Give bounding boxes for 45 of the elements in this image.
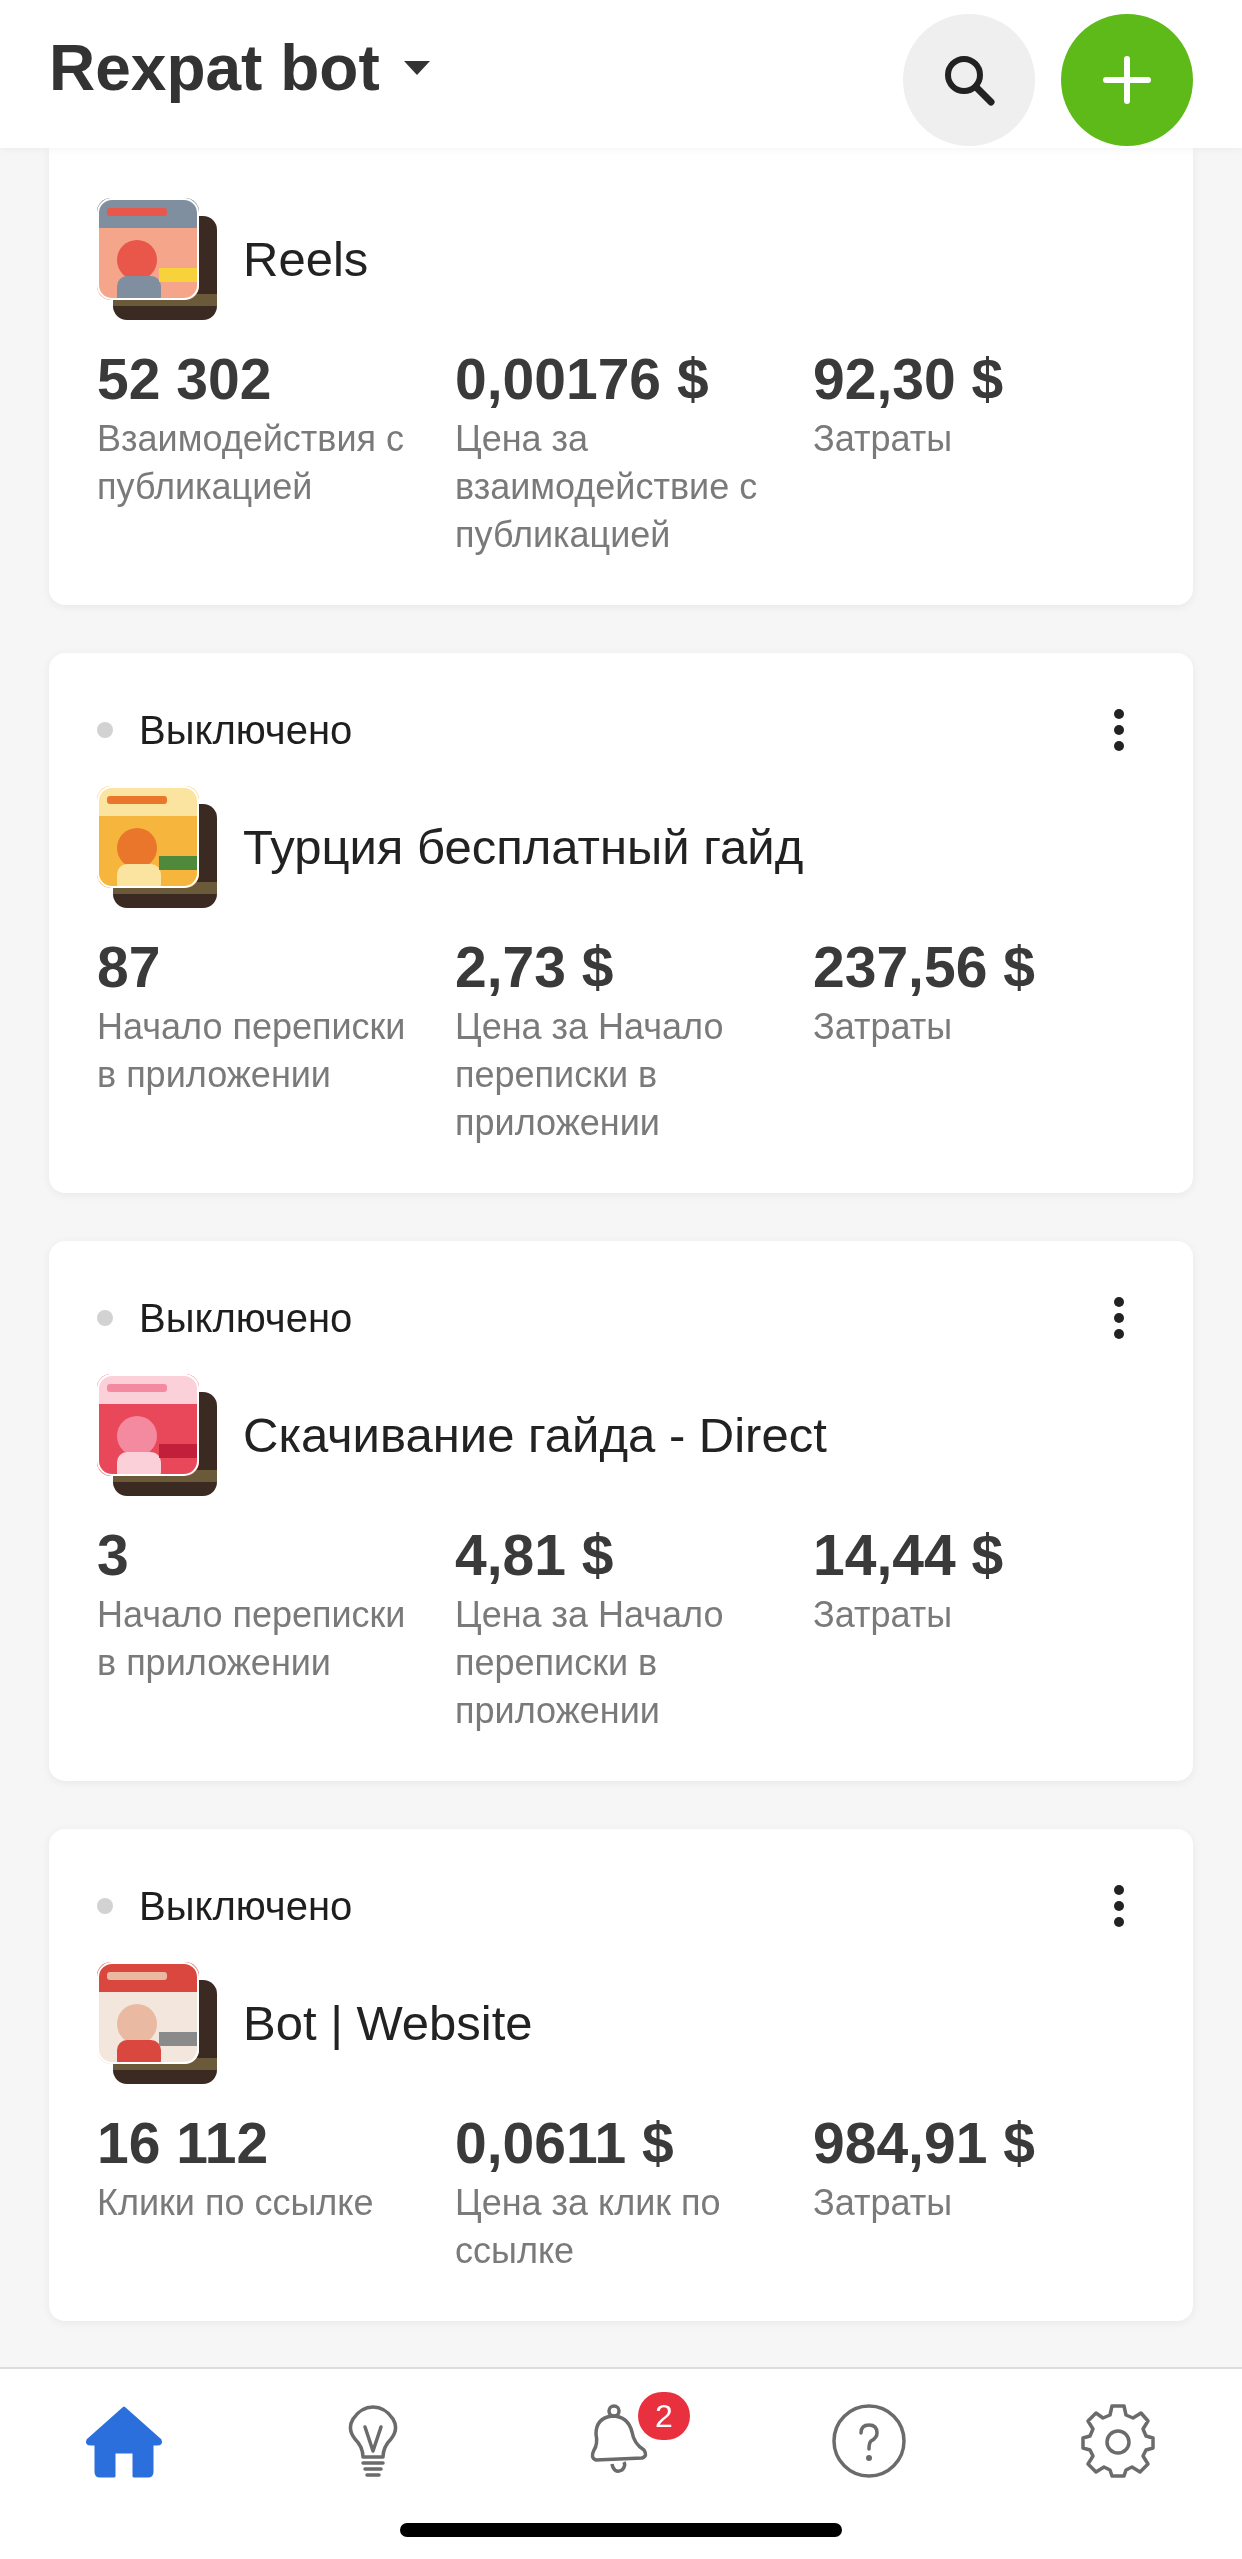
stat-label: Цена за Начало переписки в приложении xyxy=(455,1005,725,1145)
stat-label: Цена за взаимодействие с публикацией xyxy=(455,417,759,557)
campaign-name: Турция бесплатный гайд xyxy=(243,819,804,875)
home-icon[interactable] xyxy=(84,2404,165,2478)
stat-value: 52 302 xyxy=(97,346,273,413)
campaign-card[interactable]: Выключено Bot | Website 16 112 Клики по ссылке 0,0611 $ Цена за клик по ссылке 984,91 $ Затраты xyxy=(49,1829,1193,2321)
stat-label: Затраты xyxy=(813,2181,954,2225)
stat-value: 14,44 $ xyxy=(813,1522,1005,1589)
stat-label: Затраты xyxy=(813,1593,954,1637)
more-icon[interactable] xyxy=(1113,708,1125,752)
help-icon[interactable] xyxy=(831,2403,908,2479)
campaign-card[interactable]: Reels 52 302 Взаимодействия с публикацией 0,00176 $ Цена за взаимодействие с публикацией 92,30 $ Затраты xyxy=(49,148,1193,605)
stat-label: Затраты xyxy=(813,1005,954,1049)
campaign-card[interactable]: Выключено Турция бесплатный гайд 87 Начало переписки в приложении 2,73 $ Цена за Начало переписки в приложении 237,56 $ Затраты xyxy=(49,653,1193,1193)
campaign-name: Bot | Website xyxy=(243,1995,533,2051)
stat-value: 3 xyxy=(97,1522,130,1589)
stat-label: Цена за Начало переписки в приложении xyxy=(455,1593,725,1733)
stat-value: 16 112 xyxy=(97,2110,270,2177)
stat-label: Цена за клик по ссылке xyxy=(455,2181,722,2273)
account-title[interactable]: Rexpat bot xyxy=(49,31,380,105)
notification-badge: 2 xyxy=(638,2392,690,2440)
status-label: Выключено xyxy=(139,707,353,753)
stat-label: Начало переписки в приложении xyxy=(97,1005,407,1097)
status-label: Выключено xyxy=(139,1295,353,1341)
stat-label: Начало переписки в приложении xyxy=(97,1593,407,1685)
stat-value: 2,73 $ xyxy=(455,934,615,1001)
more-icon[interactable] xyxy=(1113,1296,1125,1340)
stat-value: 87 xyxy=(97,934,162,1001)
stat-label: Клики по ссылке xyxy=(97,2181,375,2225)
stat-value: 92,30 $ xyxy=(813,346,1005,413)
plus-icon xyxy=(1102,55,1152,105)
stat-value: 237,56 $ xyxy=(813,934,1036,1001)
campaign-card[interactable]: Выключено Скачивание гайда - Direct 3 Начало переписки в приложении 4,81 $ Цена за Начало переписки в приложении 14,44 $ Затраты xyxy=(49,1241,1193,1781)
stat-label: Затраты xyxy=(813,417,954,461)
settings-icon[interactable] xyxy=(1079,2403,1156,2479)
stat-value: 4,81 $ xyxy=(455,1522,615,1589)
caret-icon[interactable] xyxy=(401,59,432,77)
campaign-name: Скачивание гайда - Direct xyxy=(243,1407,827,1463)
stat-value: 984,91 $ xyxy=(813,2110,1036,2177)
status-label: Выключено xyxy=(139,1883,353,1929)
campaign-name: Reels xyxy=(243,231,369,287)
stat-label: Взаимодействия с публикацией xyxy=(97,417,405,509)
stat-value: 0,0611 $ xyxy=(455,2110,675,2177)
more-icon[interactable] xyxy=(1113,1884,1125,1928)
stat-value: 0,00176 $ xyxy=(455,346,710,413)
